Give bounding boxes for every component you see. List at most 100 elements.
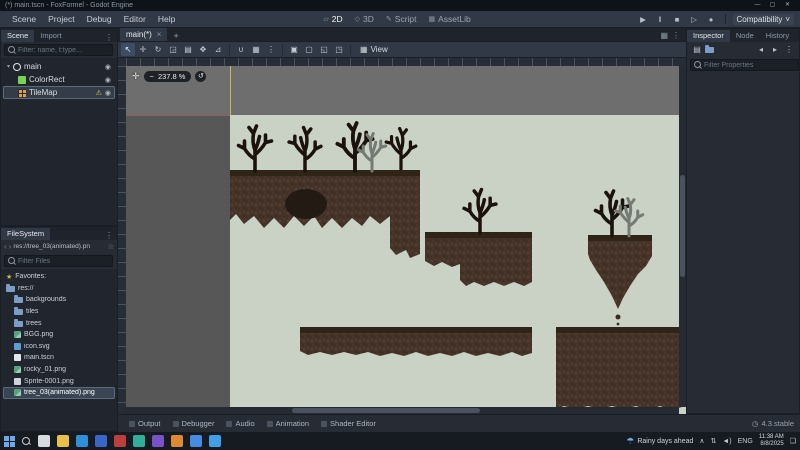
filesystem-filter-input[interactable] <box>18 258 109 265</box>
pause-button[interactable]: ‖ <box>654 15 667 24</box>
tab-debugger[interactable]: Debugger <box>168 419 220 428</box>
group-icon[interactable]: ◱ <box>317 43 331 56</box>
menu-help[interactable]: Help <box>152 14 181 24</box>
start-button[interactable] <box>4 436 15 447</box>
taskbar-app-icon[interactable] <box>152 435 164 447</box>
inspector-filter-input[interactable] <box>704 62 795 69</box>
expander-icon[interactable]: ▾ <box>7 63 10 70</box>
menu-editor[interactable]: Editor <box>118 14 152 24</box>
workspace-3d-button[interactable]: ◇ 3D <box>355 14 374 24</box>
view-menu[interactable]: ▦ View <box>355 45 393 54</box>
focus-selection-icon[interactable]: ✛ <box>132 71 140 82</box>
weather-widget[interactable]: ☂ Rainy days ahead <box>626 436 693 447</box>
tab-scene[interactable]: Scene <box>1 30 34 42</box>
ungroup-icon[interactable]: ◳ <box>332 43 346 56</box>
menu-debug[interactable]: Debug <box>81 14 118 24</box>
menu-project[interactable]: Project <box>42 14 80 24</box>
scene-tab-main[interactable]: main(*) × <box>120 28 167 41</box>
taskbar-app-icon[interactable] <box>57 435 69 447</box>
favorite-toggle-icon[interactable]: ☆ <box>108 243 114 251</box>
taskbar-app-icon[interactable] <box>95 435 107 447</box>
taskbar-app-icon[interactable] <box>133 435 145 447</box>
scrollbar-thumb[interactable] <box>680 175 685 277</box>
file-tree03-png[interactable]: tree_03(animated).png <box>3 387 115 399</box>
favorites-header[interactable]: ★ Favorites: <box>3 271 115 283</box>
smart-snap-icon[interactable]: ∪ <box>234 43 248 56</box>
scene-node-tilemap[interactable]: TileMap ⚠ ◉ <box>3 86 115 99</box>
tab-animation[interactable]: Animation <box>262 419 314 428</box>
zoom-indicator[interactable]: − 237.8 % <box>144 71 192 82</box>
move-tool-icon[interactable]: ✛ <box>136 43 150 56</box>
visibility-eye-icon[interactable]: ◉ <box>105 63 111 71</box>
volume-icon[interactable]: ◄) <box>722 438 731 445</box>
inspector-menu-icon[interactable]: ⋮ <box>783 45 795 54</box>
taskbar-app-icon[interactable] <box>76 435 88 447</box>
visibility-eye-icon[interactable]: ◉ <box>105 89 111 97</box>
lock-icon[interactable]: ▣ <box>287 43 301 56</box>
new-resource-icon[interactable]: ▤ <box>691 45 703 54</box>
scene-node-colorrect[interactable]: ColorRect ◉ <box>3 73 115 86</box>
pan-tool-icon[interactable]: ✥ <box>196 43 210 56</box>
workspace-script-button[interactable]: ✎ Script <box>386 14 417 24</box>
inspector-dock-menu-icon[interactable]: ⋮ <box>795 33 800 42</box>
tab-filesystem[interactable]: FileSystem <box>1 228 50 240</box>
tab-history[interactable]: History <box>760 30 795 42</box>
close-tab-icon[interactable]: × <box>157 30 162 39</box>
folder-trees[interactable]: trees <box>3 317 115 329</box>
expand-panel-icon[interactable]: ▦ <box>660 31 668 40</box>
stop-button[interactable]: ■ <box>671 15 684 24</box>
language-indicator[interactable]: ENG <box>738 438 753 445</box>
horizontal-scrollbar[interactable] <box>126 407 679 414</box>
load-resource-icon[interactable] <box>705 47 714 53</box>
hidden-icons-chevron[interactable]: ∧ <box>699 437 704 445</box>
version-info[interactable]: ◷ 4.3.stable <box>752 419 794 428</box>
maximize-button[interactable]: ▢ <box>765 0 780 11</box>
add-scene-tab-button[interactable]: + <box>167 31 184 41</box>
viewport-canvas[interactable] <box>118 58 686 414</box>
zoom-reset-icon[interactable]: ↺ <box>195 71 206 82</box>
renderer-select[interactable]: Compatibility ˅ <box>733 14 794 25</box>
zoom-minus-icon[interactable]: − <box>150 72 154 81</box>
history-forward-icon[interactable]: ▸ <box>769 45 781 54</box>
warning-icon[interactable]: ⚠ <box>96 89 102 97</box>
scene-node-main[interactable]: ▾ main ◉ <box>3 60 115 73</box>
rotate-tool-icon[interactable]: ↻ <box>151 43 165 56</box>
close-button[interactable]: ✕ <box>780 0 795 11</box>
filesystem-dock-menu-icon[interactable]: ⋮ <box>101 231 117 240</box>
scrollbar-thumb[interactable] <box>292 408 480 413</box>
workspace-assetlib-button[interactable]: ▦ AssetLib <box>429 14 471 24</box>
taskbar-search-icon[interactable] <box>22 437 31 446</box>
history-forward-icon[interactable]: › <box>9 242 12 251</box>
file-rocky-png[interactable]: rocky_01.png <box>3 364 115 376</box>
network-icon[interactable]: ⇅ <box>711 437 717 445</box>
visibility-eye-icon[interactable]: ◉ <box>105 76 111 84</box>
vertical-scrollbar[interactable] <box>679 66 686 407</box>
taskbar-clock[interactable]: 11:38 AM 8/8/2025 <box>759 434 784 448</box>
scene-dock-menu-icon[interactable]: ⋮ <box>101 33 117 42</box>
movie-mode-button[interactable]: ● <box>705 15 718 24</box>
file-icon-svg[interactable]: icon.svg <box>3 341 115 353</box>
select-tool-icon[interactable]: ↖ <box>121 43 135 56</box>
play-button[interactable]: ▶ <box>637 15 650 24</box>
folder-res[interactable]: res:// <box>3 283 115 295</box>
scene-tabs-menu-icon[interactable]: ⋮ <box>672 31 680 40</box>
history-back-icon[interactable]: ◂ <box>755 45 767 54</box>
file-sprite-png[interactable]: Sprite-0001.png <box>3 375 115 387</box>
tab-audio[interactable]: Audio <box>221 419 259 428</box>
folder-tiles[interactable]: tiles <box>3 306 115 318</box>
file-main-tscn[interactable]: main.tscn <box>3 352 115 364</box>
taskbar-app-icon[interactable] <box>209 435 221 447</box>
tab-shader-editor[interactable]: Shader Editor <box>316 419 381 428</box>
workspace-2d-button[interactable]: ▱ 2D <box>323 14 342 24</box>
scene-filter-input[interactable] <box>18 47 109 54</box>
tab-output[interactable]: Output <box>124 419 166 428</box>
history-back-icon[interactable]: ‹ <box>4 242 7 251</box>
play-scene-button[interactable]: ▷ <box>688 15 701 24</box>
scale-tool-icon[interactable]: ◲ <box>166 43 180 56</box>
list-select-tool-icon[interactable]: ▤ <box>181 43 195 56</box>
minimize-button[interactable]: — <box>750 0 765 11</box>
grid-snap-icon[interactable]: ▦ <box>249 43 263 56</box>
file-bgg-png[interactable]: BGG.png <box>3 329 115 341</box>
menu-scene[interactable]: Scene <box>6 14 42 24</box>
taskbar-app-icon[interactable] <box>38 435 50 447</box>
